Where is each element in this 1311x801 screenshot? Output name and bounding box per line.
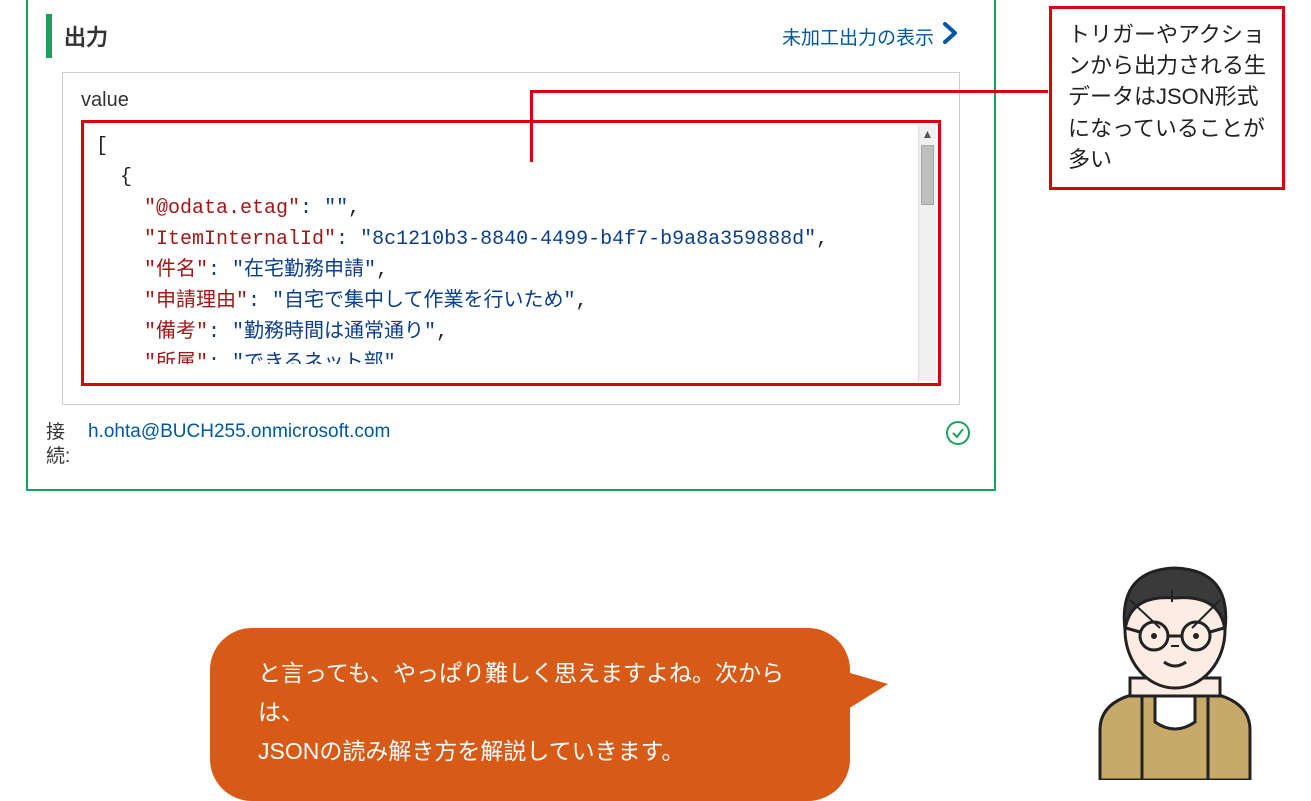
annotation-text: トリガーやアクションから出力される生データはJSON形式になっていることが多い bbox=[1068, 22, 1266, 172]
speech-line-1: と言っても、やっぱり難しく思えますよね。次からは、 bbox=[258, 654, 802, 732]
scroll-thumb[interactable] bbox=[921, 145, 934, 205]
chevron-right-icon bbox=[942, 22, 960, 50]
speech-bubble: と言っても、やっぱり難しく思えますよね。次からは、 JSONの読み解き方を解説し… bbox=[210, 628, 850, 801]
annotation-callout: トリガーやアクションから出力される生データはJSON形式になっていることが多い bbox=[1049, 6, 1285, 190]
json-line: "申請理由": "自宅で集中して作業を行いため", bbox=[96, 286, 926, 317]
output-body: value [ { "@odata.etag": "", "ItemIntern… bbox=[62, 72, 960, 405]
json-line: "件名": "在宅勤務申請", bbox=[96, 255, 926, 286]
speech-tail-icon bbox=[840, 670, 888, 714]
scrollbar[interactable]: ▲ bbox=[918, 125, 936, 381]
output-panel: 出力 未加工出力の表示 value [ { "@odata.etag": "",… bbox=[26, 0, 996, 491]
raw-output-link[interactable]: 未加工出力の表示 bbox=[782, 22, 960, 50]
output-card: 出力 未加工出力の表示 value [ { "@odata.etag": "",… bbox=[46, 14, 976, 405]
raw-output-link-label: 未加工出力の表示 bbox=[782, 23, 934, 50]
connection-email: h.ohta@BUCH255.onmicrosoft.com bbox=[88, 421, 946, 443]
speech-line-2: JSONの読み解き方を解説していきます。 bbox=[258, 732, 802, 771]
connection-label: 接続: bbox=[46, 421, 74, 469]
json-line: { bbox=[96, 162, 926, 193]
status-ok-icon bbox=[946, 421, 970, 445]
json-code-content: [ { "@odata.etag": "", "ItemInternalId":… bbox=[84, 123, 938, 383]
json-line: "所属": "できるネット部" bbox=[96, 348, 926, 364]
json-line: "@odata.etag": "", bbox=[96, 193, 926, 224]
callout-leader bbox=[530, 90, 1048, 93]
output-title: 出力 bbox=[64, 20, 108, 52]
json-code-box: [ { "@odata.etag": "", "ItemInternalId":… bbox=[81, 120, 941, 386]
output-header: 出力 未加工出力の表示 bbox=[46, 14, 976, 58]
scroll-up-icon[interactable]: ▲ bbox=[919, 125, 936, 143]
json-line: "ItemInternalId": "8c1210b3-8840-4499-b4… bbox=[96, 224, 926, 255]
connection-row: 接続: h.ohta@BUCH255.onmicrosoft.com bbox=[28, 405, 994, 469]
speech-wrap: と言っても、やっぱり難しく思えますよね。次からは、 JSONの読み解き方を解説し… bbox=[210, 628, 1080, 801]
instructor-avatar bbox=[1060, 540, 1290, 780]
json-line: "備考": "勤務時間は通常通り", bbox=[96, 317, 926, 348]
callout-leader bbox=[530, 90, 533, 162]
json-line: [ bbox=[96, 131, 926, 162]
